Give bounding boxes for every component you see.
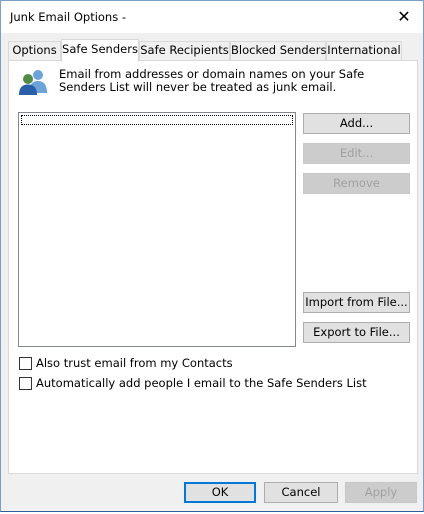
auto-add-option[interactable]: Automatically add people I email to the …	[19, 376, 367, 390]
tab-strip: Options Safe Senders Safe Recipients Blo…	[8, 39, 418, 62]
window-title: Junk Email Options -	[10, 10, 127, 24]
trust-contacts-checkbox[interactable]	[19, 356, 32, 370]
junk-email-options-dialog: Junk Email Options - ✕ Options Safe Send…	[0, 0, 424, 512]
tab-international[interactable]: International	[326, 41, 402, 61]
tab-safe-recipients[interactable]: Safe Recipients	[139, 41, 230, 61]
close-icon: ✕	[397, 7, 411, 26]
trust-contacts-option[interactable]: Also trust email from my Contacts	[19, 356, 233, 370]
safe-senders-panel: Email from addresses or domain names on …	[8, 60, 418, 474]
cancel-button[interactable]: Cancel	[264, 482, 338, 503]
tab-safe-senders[interactable]: Safe Senders	[61, 39, 139, 62]
auto-add-checkbox[interactable]	[19, 376, 32, 390]
auto-add-label: Automatically add people I email to the …	[36, 376, 367, 390]
people-icon	[19, 70, 47, 95]
add-button[interactable]: Add...	[303, 113, 410, 134]
import-from-file-button[interactable]: Import from File...	[303, 292, 410, 313]
list-focus-rect	[21, 115, 293, 125]
apply-button[interactable]: Apply	[345, 482, 417, 503]
export-to-file-button[interactable]: Export to File...	[303, 322, 410, 343]
safe-senders-description: Email from addresses or domain names on …	[59, 67, 365, 94]
ok-button[interactable]: OK	[184, 482, 256, 503]
tab-options[interactable]: Options	[8, 41, 61, 61]
safe-senders-list[interactable]	[18, 112, 296, 347]
trust-contacts-label: Also trust email from my Contacts	[36, 356, 233, 370]
close-button[interactable]: ✕	[389, 3, 419, 31]
tab-blocked-senders[interactable]: Blocked Senders	[230, 41, 326, 61]
title-bar: Junk Email Options - ✕	[1, 1, 423, 33]
remove-button[interactable]: Remove	[303, 173, 410, 194]
edit-button[interactable]: Edit...	[303, 143, 410, 164]
